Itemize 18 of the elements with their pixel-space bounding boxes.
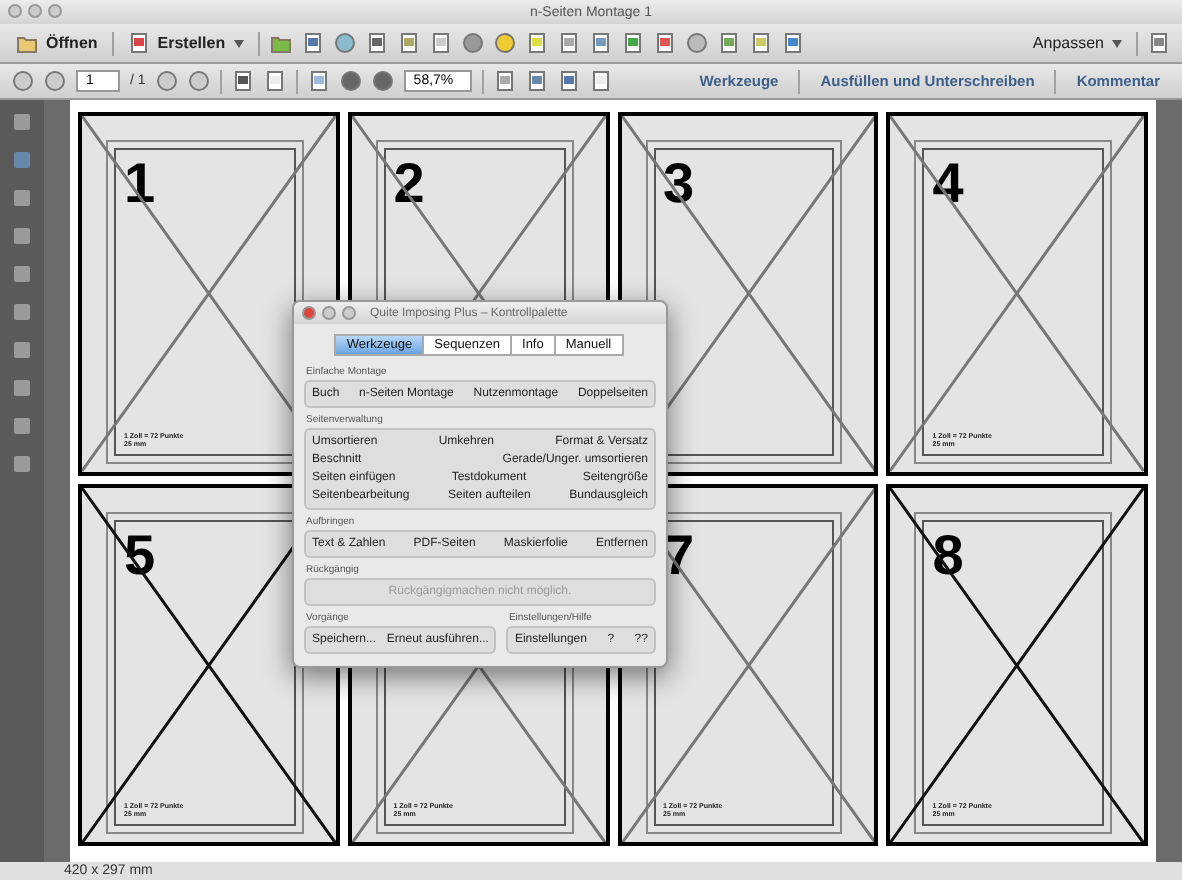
close-button[interactable] bbox=[302, 306, 316, 320]
folder-icon[interactable] bbox=[16, 32, 38, 54]
zoom-button[interactable] bbox=[48, 4, 62, 18]
minimize-button[interactable] bbox=[322, 306, 336, 320]
page-number: 8 bbox=[932, 527, 964, 583]
open-button[interactable]: Öffnen bbox=[12, 32, 102, 54]
create-button[interactable]: Erstellen bbox=[123, 32, 248, 54]
customize-button[interactable]: Anpassen bbox=[1028, 34, 1126, 52]
caret-icon bbox=[1112, 39, 1122, 47]
caret-icon bbox=[233, 39, 244, 47]
close-button[interactable] bbox=[8, 4, 22, 18]
page-number: 1 bbox=[124, 156, 156, 212]
page-number: 3 bbox=[663, 156, 695, 212]
folder-icon[interactable] bbox=[269, 32, 292, 54]
page-number: 5 bbox=[124, 527, 156, 583]
zoom-button[interactable] bbox=[342, 306, 356, 320]
page-number: 4 bbox=[932, 156, 964, 212]
minimize-button[interactable] bbox=[28, 4, 42, 18]
